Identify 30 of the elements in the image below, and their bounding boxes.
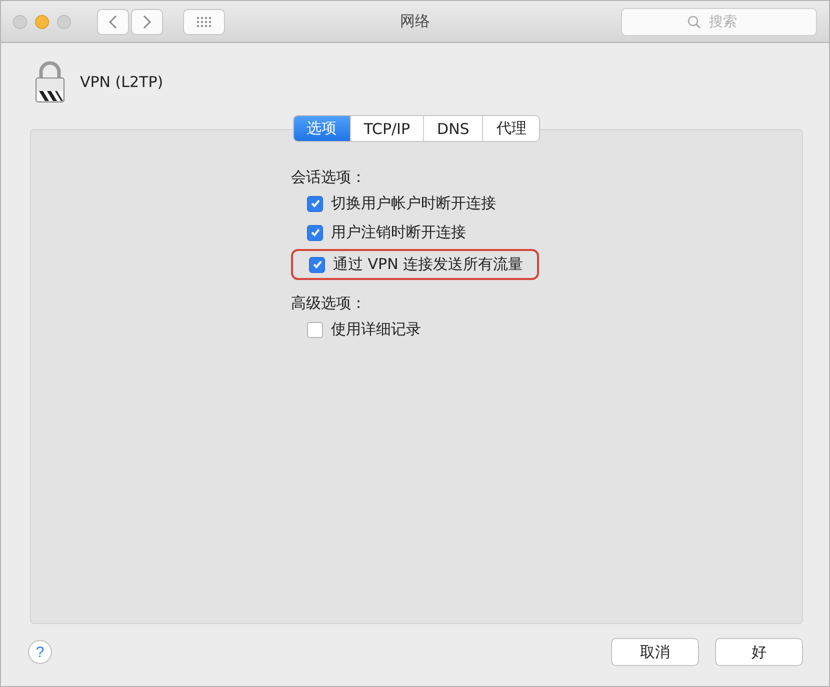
checkmark-icon <box>310 198 320 209</box>
section-heading: 会话选项： <box>291 168 367 187</box>
show-all-button[interactable] <box>183 8 225 34</box>
chevron-right-icon <box>142 14 152 30</box>
checkbox[interactable] <box>307 322 323 338</box>
help-button[interactable]: ? <box>28 640 52 664</box>
minimize-button[interactable] <box>35 14 49 28</box>
search-icon <box>687 14 701 28</box>
grid-icon <box>196 16 212 28</box>
checkbox-label: 通过 VPN 连接发送所有流量 <box>333 255 524 274</box>
chevron-left-icon <box>108 14 118 30</box>
dialog-button[interactable]: 取消 <box>611 638 699 666</box>
back-button[interactable] <box>97 8 129 34</box>
checkbox-label: 用户注销时断开连接 <box>331 223 466 242</box>
window-title: 网络 <box>400 12 430 31</box>
checkbox-label: 使用详细记录 <box>331 320 421 339</box>
padlock-icon <box>34 61 66 103</box>
section-heading: 高级选项： <box>291 294 367 313</box>
tab[interactable]: 代理 <box>482 116 540 141</box>
checkbox[interactable] <box>309 256 325 272</box>
checkmark-icon <box>310 227 320 238</box>
checkmark-icon <box>312 259 322 270</box>
checkbox[interactable] <box>307 224 323 240</box>
checkbox[interactable] <box>307 196 323 212</box>
forward-button[interactable] <box>131 8 163 34</box>
service-name: VPN (L2TP) <box>80 73 164 91</box>
search-field[interactable]: 搜索 <box>621 8 817 36</box>
search-input[interactable]: 搜索 <box>707 12 751 30</box>
checkbox-label: 切换用户帐户时断开连接 <box>331 194 496 213</box>
dialog-button[interactable]: 好 <box>715 638 803 666</box>
